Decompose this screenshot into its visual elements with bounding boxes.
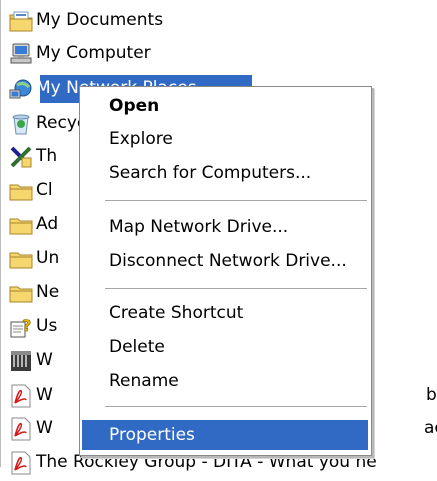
folder-icon	[8, 212, 34, 238]
menu-item-properties[interactable]: Properties	[82, 420, 368, 450]
list-item-pdf-1[interactable]: W bo	[8, 379, 437, 412]
context-menu: Open Explore Search for Computers... Map…	[79, 86, 372, 456]
menu-item-rename[interactable]: Rename	[82, 366, 368, 396]
network-places-icon	[8, 76, 34, 102]
menu-item-map-network-drive[interactable]: Map Network Drive...	[82, 212, 368, 242]
list-item-my-computer[interactable]: My Computer	[8, 37, 151, 70]
menu-item-label: Delete	[109, 337, 165, 357]
list-item-help[interactable]: ? Us	[8, 310, 57, 343]
help-icon: ?	[8, 314, 34, 340]
list-item-tail: bo	[426, 385, 437, 405]
list-item-my-documents[interactable]: My Documents	[8, 4, 163, 37]
menu-item-delete[interactable]: Delete	[82, 332, 368, 362]
list-item-folder-ad[interactable]: Ad	[8, 208, 58, 241]
menu-separator	[105, 406, 367, 407]
menu-item-label: Search for Computers...	[109, 163, 312, 183]
list-item-tail: ac	[424, 418, 437, 438]
list-item-label: Ad	[36, 214, 59, 234]
list-item-label: My Computer	[36, 43, 151, 63]
list-item-label: My Documents	[36, 10, 164, 30]
recycle-bin-icon	[8, 111, 34, 137]
list-item-app[interactable]: W	[8, 344, 53, 377]
list-item-label: Th	[36, 146, 58, 166]
menu-separator	[105, 200, 367, 201]
app-icon	[8, 348, 34, 374]
svg-text:?: ?	[22, 316, 31, 335]
menu-separator	[105, 288, 367, 289]
menu-item-disconnect-network-drive[interactable]: Disconnect Network Drive...	[82, 246, 368, 276]
list-item-label: Un	[36, 248, 60, 268]
tools-icon	[8, 144, 34, 170]
menu-item-label: Open	[109, 96, 160, 116]
list-item-label: W	[36, 418, 53, 438]
list-item-label: Ne	[36, 282, 60, 302]
list-item-label: Us	[36, 316, 58, 336]
my-computer-icon	[8, 41, 34, 67]
list-item-pdf-2[interactable]: W ac	[8, 412, 437, 445]
list-item-label: Cl	[36, 180, 53, 200]
menu-item-label: Explore	[109, 129, 173, 149]
list-item-folder-cl[interactable]: Cl	[8, 174, 53, 207]
menu-item-label: Disconnect Network Drive...	[109, 251, 347, 271]
menu-item-create-shortcut[interactable]: Create Shortcut	[82, 298, 368, 328]
list-item-folder-un[interactable]: Un	[8, 242, 59, 275]
folder-icon	[8, 246, 34, 272]
pdf-icon	[8, 416, 34, 442]
list-item-label: W	[36, 385, 53, 405]
list-item-label: W	[36, 350, 53, 370]
list-item-tools[interactable]: Th	[8, 140, 57, 173]
my-documents-icon	[8, 8, 34, 34]
menu-item-search-for-computers[interactable]: Search for Computers...	[82, 158, 368, 188]
pdf-icon	[8, 383, 34, 409]
folder-icon	[8, 178, 34, 204]
pdf-icon	[8, 450, 34, 476]
folder-icon	[8, 280, 34, 306]
menu-item-explore[interactable]: Explore	[82, 124, 368, 154]
menu-item-label: Properties	[109, 425, 195, 445]
list-item-folder-ne[interactable]: Ne	[8, 276, 59, 309]
menu-item-open[interactable]: Open	[82, 91, 368, 121]
menu-item-label: Rename	[109, 371, 179, 391]
menu-item-label: Create Shortcut	[109, 303, 244, 323]
menu-item-label: Map Network Drive...	[109, 217, 289, 237]
